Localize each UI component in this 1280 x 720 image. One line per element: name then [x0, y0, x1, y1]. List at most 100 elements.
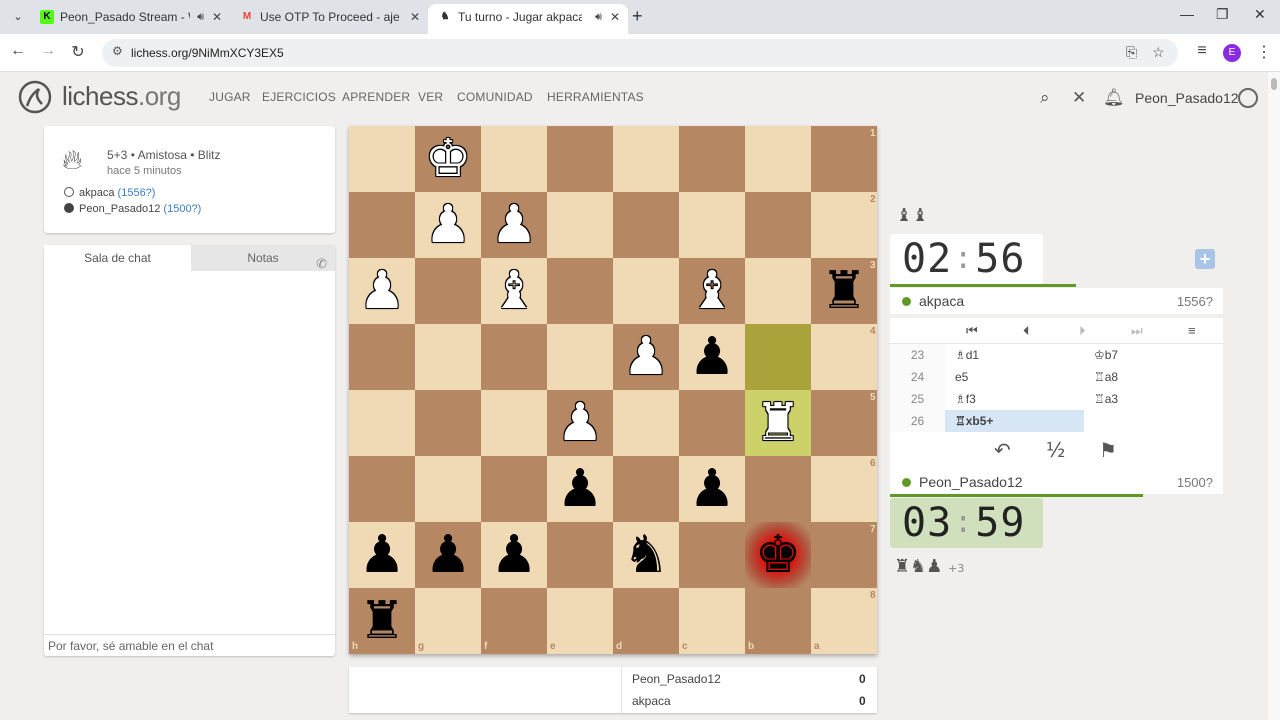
crosstable-player-2[interactable]: akpaca	[632, 694, 671, 708]
my-name[interactable]: Peon_Pasado12	[919, 474, 1023, 490]
url-omnibox[interactable]: ⚙︎ lichess.org/9NiMmXCY3EX5 ⎘ ☆	[102, 39, 1178, 67]
square-d6[interactable]	[613, 456, 679, 522]
last-move-icon[interactable]: ⏭	[1131, 323, 1143, 339]
square-f6[interactable]	[481, 456, 547, 522]
black-king-icon[interactable]: ♚	[745, 522, 811, 588]
square-e2[interactable]	[547, 192, 613, 258]
square-d1[interactable]	[613, 126, 679, 192]
tab-notes[interactable]: Notas ✆	[191, 245, 335, 271]
tab-chat-room[interactable]: Sala de chat	[44, 245, 191, 271]
white-pawn-icon[interactable]: ♟	[613, 324, 679, 390]
white-king-icon[interactable]: ♚	[415, 126, 481, 192]
new-tab-button[interactable]: +	[632, 6, 643, 27]
scrollbar-thumb[interactable]	[1271, 78, 1277, 90]
user-menu[interactable]: Peon_Pasado12	[1135, 90, 1239, 106]
prev-move-icon[interactable]: ⏴	[1023, 323, 1030, 339]
square-c1[interactable]	[679, 126, 745, 192]
white-move[interactable]: e5	[945, 366, 1084, 388]
black-knight-icon[interactable]: ♞	[613, 522, 679, 588]
forward-icon[interactable]: →	[38, 42, 58, 60]
opponent-name[interactable]: akpaca	[919, 293, 964, 309]
browser-tab-1[interactable]: K Peon_Pasado Stream - Wat 🔊︎ ✕	[30, 4, 230, 34]
square-a7[interactable]	[811, 522, 877, 588]
notifications-bell-icon[interactable]: 🔔︎	[1103, 88, 1125, 108]
nav-jugar[interactable]: JUGAR	[209, 90, 251, 104]
close-tab-icon[interactable]: ✕	[212, 4, 222, 30]
square-a6[interactable]	[811, 456, 877, 522]
nav-ver[interactable]: VER	[418, 90, 443, 104]
square-a8[interactable]	[811, 588, 877, 654]
nav-herramientas[interactable]: HERRAMIENTAS	[547, 90, 644, 104]
square-h4[interactable]	[349, 324, 415, 390]
menu-hamburger-icon[interactable]: ≡	[1188, 323, 1196, 338]
black-move[interactable]	[1084, 410, 1223, 432]
square-e3[interactable]	[547, 258, 613, 324]
black-pawn-icon[interactable]: ♟	[679, 456, 745, 522]
white-pawn-icon[interactable]: ♟	[547, 390, 613, 456]
square-e8[interactable]	[547, 588, 613, 654]
square-f8[interactable]	[481, 588, 547, 654]
black-rook-icon[interactable]: ♜	[811, 258, 877, 324]
square-g3[interactable]	[415, 258, 481, 324]
square-c8[interactable]	[679, 588, 745, 654]
square-d2[interactable]	[613, 192, 679, 258]
square-g4[interactable]	[415, 324, 481, 390]
media-controls-icon[interactable]: ≡	[1192, 42, 1212, 60]
black-player-name[interactable]: Peon_Pasado12	[79, 203, 160, 215]
square-g6[interactable]	[415, 456, 481, 522]
square-g8[interactable]	[415, 588, 481, 654]
lichess-logo-icon[interactable]	[18, 80, 52, 114]
close-window-icon[interactable]: ✕	[1254, 6, 1266, 23]
square-c5[interactable]	[679, 390, 745, 456]
user-avatar-icon[interactable]	[1238, 88, 1258, 108]
black-player-line[interactable]: Peon_Pasado12 (1500?)	[64, 203, 201, 215]
brand-name[interactable]: lichess	[62, 81, 138, 111]
crosstable-player-1[interactable]: Peon_Pasado12	[632, 672, 721, 686]
square-a2[interactable]	[811, 192, 877, 258]
close-tab-icon[interactable]: ✕	[610, 4, 620, 30]
opponent-player-bar[interactable]: akpaca 1556?	[890, 288, 1223, 314]
first-move-icon[interactable]: ⏮	[966, 323, 978, 339]
give-time-button[interactable]: +	[1195, 249, 1215, 269]
square-a5[interactable]	[811, 390, 877, 456]
black-pawn-icon[interactable]: ♟	[547, 456, 613, 522]
white-pawn-icon[interactable]: ♟	[481, 192, 547, 258]
square-f4[interactable]	[481, 324, 547, 390]
reload-icon[interactable]: ↻	[68, 42, 88, 62]
black-move[interactable]: ♖a3	[1084, 388, 1223, 410]
square-b4[interactable]	[745, 324, 811, 390]
install-app-icon[interactable]: ⎘	[1126, 44, 1137, 61]
square-d8[interactable]	[613, 588, 679, 654]
square-c2[interactable]	[679, 192, 745, 258]
site-brand[interactable]: lichess.org	[62, 81, 181, 112]
square-b8[interactable]	[745, 588, 811, 654]
site-info-icon[interactable]: ⚙︎	[112, 44, 123, 58]
square-g5[interactable]	[415, 390, 481, 456]
square-h1[interactable]	[349, 126, 415, 192]
page-scrollbar[interactable]	[1268, 72, 1280, 720]
square-e7[interactable]	[547, 522, 613, 588]
white-rook-icon[interactable]: ♜	[745, 390, 811, 456]
resign-flag-button[interactable]: ⚑	[1099, 438, 1117, 462]
chess-board[interactable]: 1 2 3 4 5 6 7 8 h g f e d c b a ♚ ♟ ♟ ♟ ♝ ♝ ♜ ♟ ♟ ♟ ♜ ♟ ♟ ♟ ♟ ♟ ♞ ♚ ♜	[349, 126, 877, 654]
profile-avatar[interactable]: E	[1223, 44, 1241, 62]
challenges-icon[interactable]: ✕	[1072, 88, 1086, 108]
white-move[interactable]: ♗d1	[945, 344, 1084, 366]
square-h5[interactable]	[349, 390, 415, 456]
nav-aprender[interactable]: APRENDER	[342, 90, 410, 104]
white-pawn-icon[interactable]: ♟	[349, 258, 415, 324]
white-move-current[interactable]: ♖xb5+	[945, 410, 1084, 432]
square-h6[interactable]	[349, 456, 415, 522]
square-d5[interactable]	[613, 390, 679, 456]
close-tab-icon[interactable]: ✕	[410, 4, 420, 30]
square-b6[interactable]	[745, 456, 811, 522]
black-pawn-icon[interactable]: ♟	[349, 522, 415, 588]
bookmark-star-icon[interactable]: ☆	[1152, 44, 1165, 61]
tab-search-icon[interactable]: ⌄	[8, 7, 28, 27]
square-c7[interactable]	[679, 522, 745, 588]
next-move-icon[interactable]: ⏵	[1079, 323, 1086, 339]
black-pawn-icon[interactable]: ♟	[481, 522, 547, 588]
offer-draw-button[interactable]: ½	[1046, 438, 1065, 462]
black-pawn-icon[interactable]: ♟	[415, 522, 481, 588]
back-icon[interactable]: ←	[8, 42, 28, 60]
